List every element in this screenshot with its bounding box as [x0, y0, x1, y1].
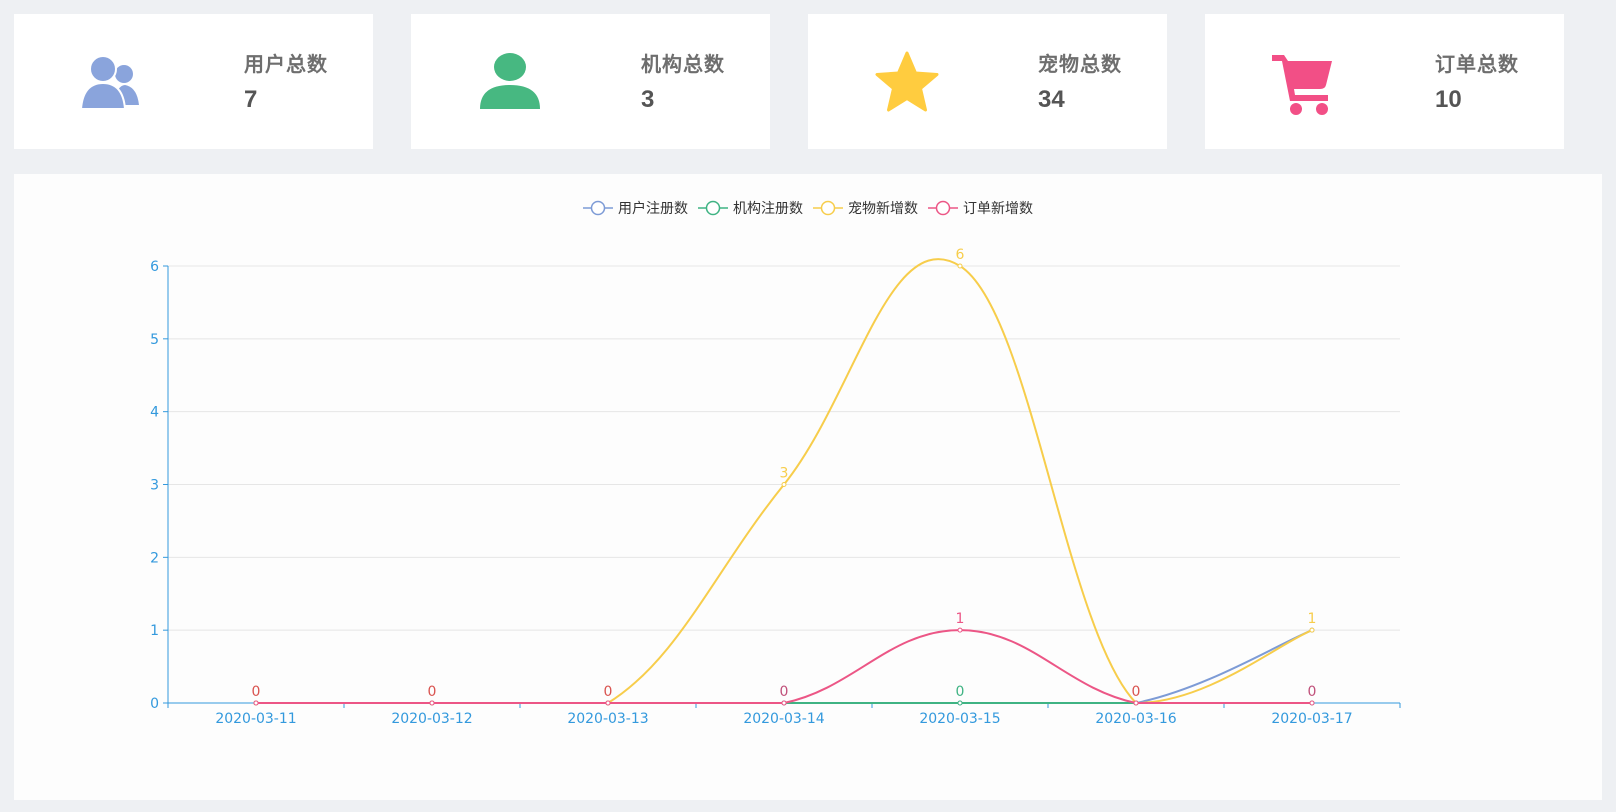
stat-card-users[interactable]: 用户总数 7 — [14, 14, 373, 149]
data-point — [605, 700, 611, 706]
x-tick-label: 2020-03-14 — [743, 711, 824, 727]
data-point — [957, 627, 963, 633]
stat-value: 34 — [1038, 86, 1065, 113]
y-tick-label: 4 — [150, 405, 159, 421]
line-chart-panel: 用户注册数 机构注册数 宠物新增数 订单新增数 0 1 2 3 4 5 6 2020-03-11 20… — [14, 174, 1602, 800]
x-tick-label: 2020-03-11 — [215, 711, 296, 727]
stat-card-pets[interactable]: 宠物总数 34 — [808, 14, 1167, 149]
stat-label: 宠物总数 — [1038, 54, 1122, 76]
data-label: 0 — [604, 684, 613, 700]
data-label: 1 — [1308, 611, 1317, 627]
data-label: 6 — [956, 247, 965, 263]
stat-card-orgs[interactable]: 机构总数 3 — [411, 14, 770, 149]
data-label: 3 — [780, 466, 789, 482]
data-label: 0 — [780, 684, 789, 700]
data-point — [1309, 700, 1315, 706]
data-point — [1309, 627, 1315, 633]
y-tick-label: 5 — [150, 332, 159, 348]
data-point — [957, 700, 963, 706]
stat-value: 7 — [244, 86, 258, 113]
y-tick-label: 6 — [150, 259, 159, 275]
data-point — [1133, 700, 1139, 706]
users-icon — [79, 49, 147, 117]
stat-card-orders[interactable]: 订单总数 10 — [1205, 14, 1564, 149]
data-label: 1 — [956, 611, 965, 627]
data-point — [781, 700, 787, 706]
data-label: 0 — [428, 684, 437, 700]
data-label: 0 — [956, 684, 965, 700]
data-point — [429, 700, 435, 706]
data-label: 0 — [1132, 684, 1141, 700]
data-label: 0 — [252, 684, 261, 700]
x-tick-label: 2020-03-15 — [919, 711, 1000, 727]
x-tick-label: 2020-03-12 — [391, 711, 472, 727]
stat-label: 订单总数 — [1435, 54, 1519, 76]
cart-icon — [1270, 49, 1338, 117]
data-label: 0 — [1308, 684, 1317, 700]
y-tick-label: 3 — [150, 478, 159, 494]
stat-label: 用户总数 — [244, 54, 328, 76]
x-tick-label: 2020-03-17 — [1271, 711, 1352, 727]
data-point — [781, 482, 787, 487]
stat-value: 10 — [1435, 86, 1462, 113]
x-tick-label: 2020-03-16 — [1095, 711, 1176, 727]
y-tick-label: 1 — [150, 623, 159, 639]
line-chart: 0 1 2 3 4 5 6 2020-03-11 2020-03-12 2020-03-13 202… — [150, 247, 1401, 727]
stat-label: 机构总数 — [641, 54, 725, 76]
data-point — [253, 700, 259, 706]
x-tick-label: 2020-03-13 — [567, 711, 648, 727]
stat-cards: 用户总数 7 机构总数 3 宠物总数 34 订单总数 10 — [14, 14, 1602, 149]
data-point — [957, 263, 963, 269]
stat-value: 3 — [641, 86, 655, 113]
star-icon — [873, 49, 941, 117]
y-tick-label: 2 — [150, 550, 159, 566]
user-icon — [476, 49, 544, 117]
y-tick-label: 0 — [150, 696, 159, 712]
